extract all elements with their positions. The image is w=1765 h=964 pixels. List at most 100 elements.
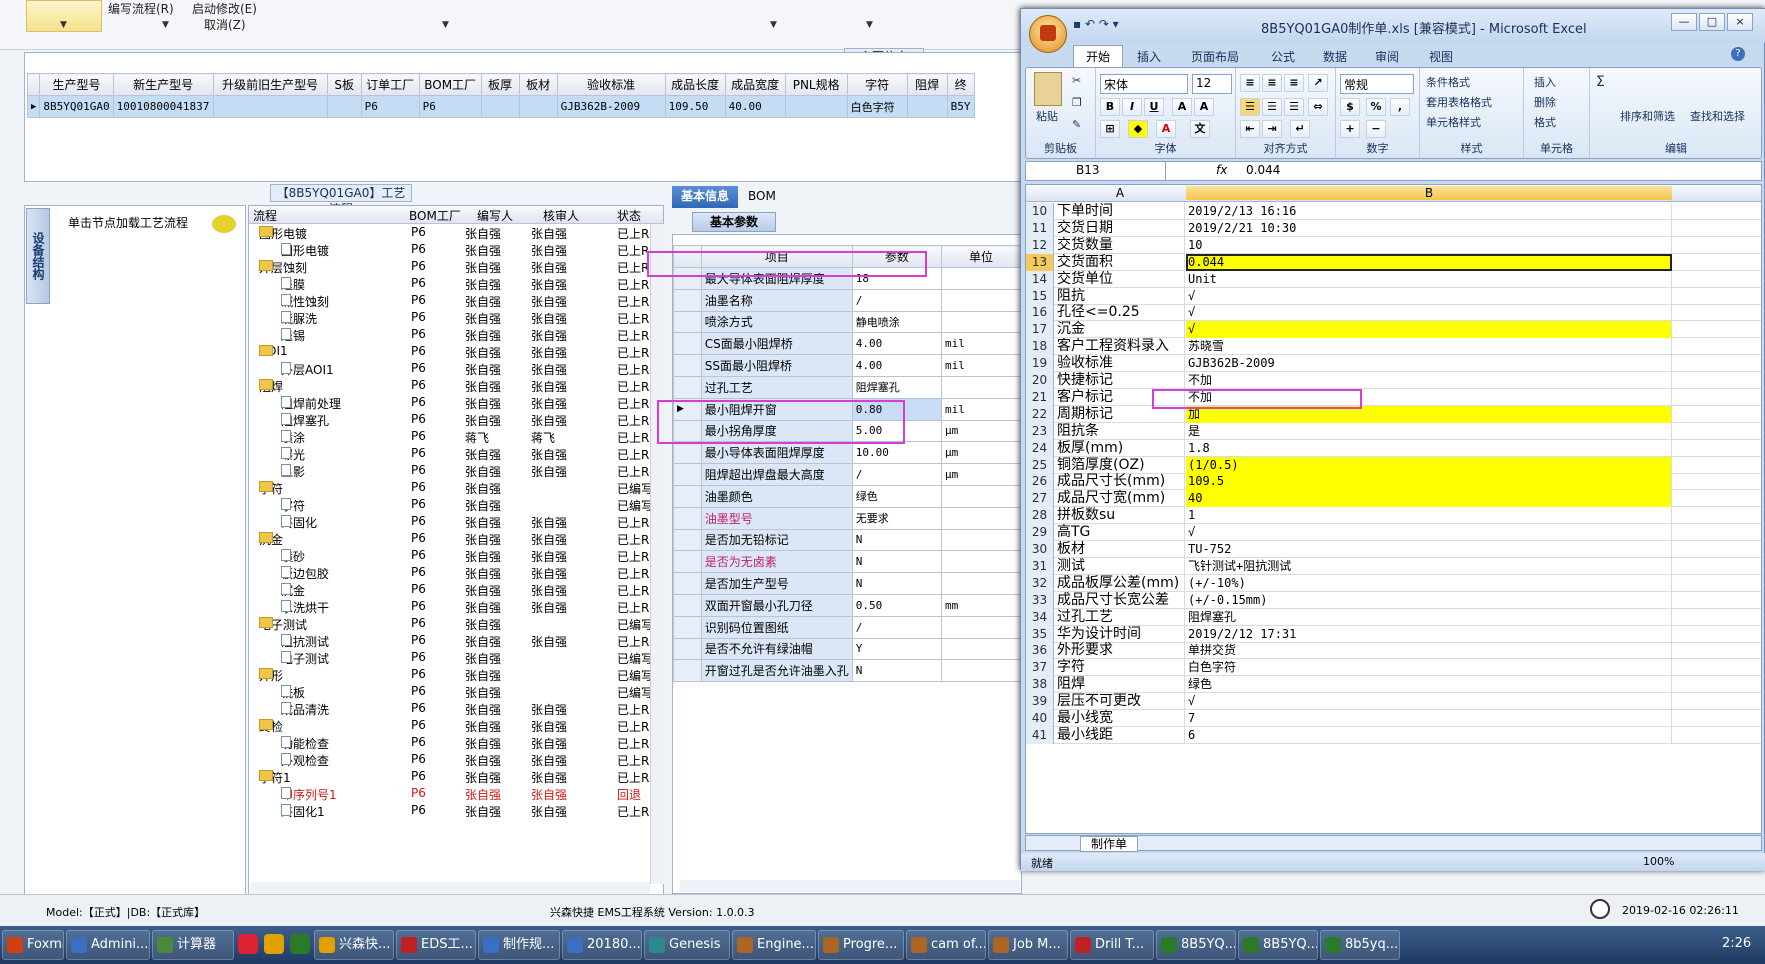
wrap-text-icon[interactable]: ↵	[1290, 120, 1310, 138]
bold-icon[interactable]: B	[1100, 98, 1120, 116]
cell-a[interactable]: 客户工程资料录入	[1055, 338, 1185, 356]
row-number[interactable]: 19	[1026, 355, 1054, 373]
cell-a[interactable]: 板材	[1055, 541, 1185, 558]
font-name-combo[interactable]: 宋体	[1100, 74, 1188, 94]
cell-b[interactable]: 10	[1186, 236, 1672, 254]
taskbar-app-icon[interactable]	[264, 934, 284, 954]
cell-b[interactable]: (1/0.5)	[1186, 456, 1672, 474]
cell-a[interactable]: 沉金	[1055, 321, 1185, 339]
col-reviewer[interactable]: 核审人	[543, 207, 579, 224]
cell-a[interactable]: 成品尺寸长宽公差	[1055, 591, 1185, 609]
param-row[interactable]: 阻焊超出焊盘最大高度 / μm	[673, 463, 1021, 486]
cell-b[interactable]: √	[1186, 321, 1672, 339]
cell-b[interactable]: √	[1186, 287, 1672, 305]
tab-formulas[interactable]: 公式	[1271, 48, 1295, 65]
cell-a[interactable]: 交货日期	[1055, 219, 1185, 237]
row-number[interactable]: 30	[1026, 541, 1054, 558]
dropdown-arrow-icon[interactable]: ▼	[162, 20, 169, 30]
row-number[interactable]: 10	[1026, 203, 1054, 220]
row-number[interactable]: 11	[1026, 219, 1054, 237]
cell-a[interactable]: 层压不可更改	[1055, 693, 1185, 711]
param-row[interactable]: 油墨名称 /	[673, 288, 1021, 312]
cell-a[interactable]: 成品尺寸长(mm)	[1055, 473, 1185, 491]
paste-icon[interactable]	[1034, 72, 1062, 106]
orientation-icon[interactable]: ↗	[1308, 74, 1328, 92]
cell-a[interactable]: 字符	[1055, 659, 1185, 677]
order-cell[interactable]: B5Y	[946, 95, 975, 118]
menu-start-modify[interactable]: 启动修改(E)	[192, 0, 257, 17]
sort-filter-button[interactable]: 排序和筛选	[1620, 108, 1675, 124]
conditional-format-button[interactable]: 条件格式	[1426, 74, 1470, 90]
order-cell[interactable]: 40.00	[724, 95, 786, 118]
row-number[interactable]: 17	[1026, 321, 1054, 339]
param-row[interactable]: ▶ 最小阻焊开窗 0.80 mil	[673, 397, 1021, 421]
formula-input[interactable]: 0.044	[1246, 163, 1280, 177]
cell-a[interactable]: 快捷标记	[1055, 372, 1185, 389]
align-top-icon[interactable]: ≡	[1240, 74, 1260, 92]
cell-b[interactable]: √	[1186, 693, 1672, 711]
cell-a[interactable]: 铜箔厚度(OZ)	[1055, 456, 1185, 474]
taskbar-button[interactable]: Progre...	[818, 930, 904, 960]
param-value[interactable]: 5.00	[851, 419, 942, 443]
tab-view[interactable]: 视图	[1429, 48, 1453, 65]
order-cell[interactable]	[212, 95, 328, 118]
order-col-header[interactable]: 成品宽度	[724, 73, 786, 96]
cell-a[interactable]: 交货面积	[1055, 253, 1185, 271]
order-cell[interactable]: P6	[418, 95, 482, 118]
cell-a[interactable]: 华为设计时间	[1055, 625, 1185, 643]
align-right-icon[interactable]: ☰	[1284, 98, 1304, 116]
row-number[interactable]: 25	[1026, 456, 1054, 474]
format-cells-button[interactable]: 格式	[1534, 114, 1556, 130]
param-value[interactable]: 4.00	[851, 332, 942, 356]
quick-access-toolbar[interactable]: ▪ ↶ ↷ ▾	[1073, 17, 1119, 31]
param-row[interactable]: SS面最小阻焊桥 4.00 mil	[673, 354, 1021, 377]
param-value[interactable]: 无要求	[851, 506, 942, 530]
param-row[interactable]: 是否加无铅标记 N	[673, 528, 1021, 552]
param-value[interactable]: 0.80	[851, 397, 942, 421]
param-value[interactable]: 阻焊塞孔	[851, 375, 942, 399]
cell-a[interactable]: 成品尺寸宽(mm)	[1055, 490, 1185, 508]
fill-color-icon[interactable]: ◆	[1128, 120, 1148, 138]
row-number[interactable]: 38	[1026, 676, 1054, 694]
param-row[interactable]: 油墨型号 无要求	[673, 506, 1021, 530]
tab-data[interactable]: 数据	[1323, 48, 1347, 65]
insert-cells-button[interactable]: 插入	[1534, 74, 1556, 90]
cell-b[interactable]: 6	[1186, 726, 1672, 744]
cell-b[interactable]: 不加	[1186, 372, 1672, 389]
taskbar-button[interactable]: 兴森快...	[314, 930, 394, 960]
order-col-header[interactable]: 终	[946, 73, 975, 96]
cell-a[interactable]: 测试	[1055, 557, 1185, 575]
maximize-icon[interactable]: □	[1699, 13, 1725, 31]
cell-a[interactable]: 板厚(mm)	[1055, 439, 1185, 457]
cell-a[interactable]: 阻抗	[1055, 287, 1185, 305]
row-number[interactable]: 15	[1026, 287, 1054, 305]
cell-a[interactable]: 阻抗条	[1055, 422, 1185, 440]
col-item[interactable]: 项目	[700, 245, 853, 268]
cell-a[interactable]: 交货数量	[1055, 236, 1185, 254]
taskbar-app-icon[interactable]	[238, 934, 258, 954]
param-value[interactable]: /	[851, 288, 942, 312]
cell-b[interactable]: 2019/2/21 10:30	[1186, 219, 1672, 237]
param-value[interactable]: 10.00	[851, 441, 942, 465]
percent-icon[interactable]: %	[1366, 98, 1386, 116]
cell-b[interactable]: 7	[1186, 710, 1672, 727]
col-header-a[interactable]: A	[1055, 186, 1185, 200]
param-value[interactable]: 0.50	[851, 593, 942, 617]
font-color-icon[interactable]: A	[1156, 120, 1176, 138]
order-cell[interactable]	[784, 95, 848, 118]
cell-b[interactable]: 苏晓雪	[1186, 338, 1672, 356]
row-number[interactable]: 34	[1026, 608, 1054, 626]
taskbar-app-icon[interactable]	[290, 934, 310, 954]
tab-review[interactable]: 审阅	[1375, 48, 1399, 65]
taskbar-button[interactable]: 计算器	[152, 930, 234, 960]
taskbar-button[interactable]: Job M...	[988, 930, 1068, 960]
dropdown-arrow-icon[interactable]: ▼	[770, 20, 777, 30]
param-row[interactable]: 过孔工艺 阻焊塞孔	[673, 375, 1021, 399]
row-number[interactable]: 28	[1026, 507, 1054, 525]
copy-icon[interactable]: ❐	[1072, 96, 1082, 109]
fx-icon[interactable]: fx	[1216, 163, 1227, 177]
autosum-icon[interactable]: Σ	[1596, 74, 1605, 90]
order-cell[interactable]: 10010800041837	[112, 95, 214, 118]
order-cell[interactable]: 白色字符	[846, 95, 908, 118]
row-number[interactable]: 32	[1026, 574, 1054, 592]
